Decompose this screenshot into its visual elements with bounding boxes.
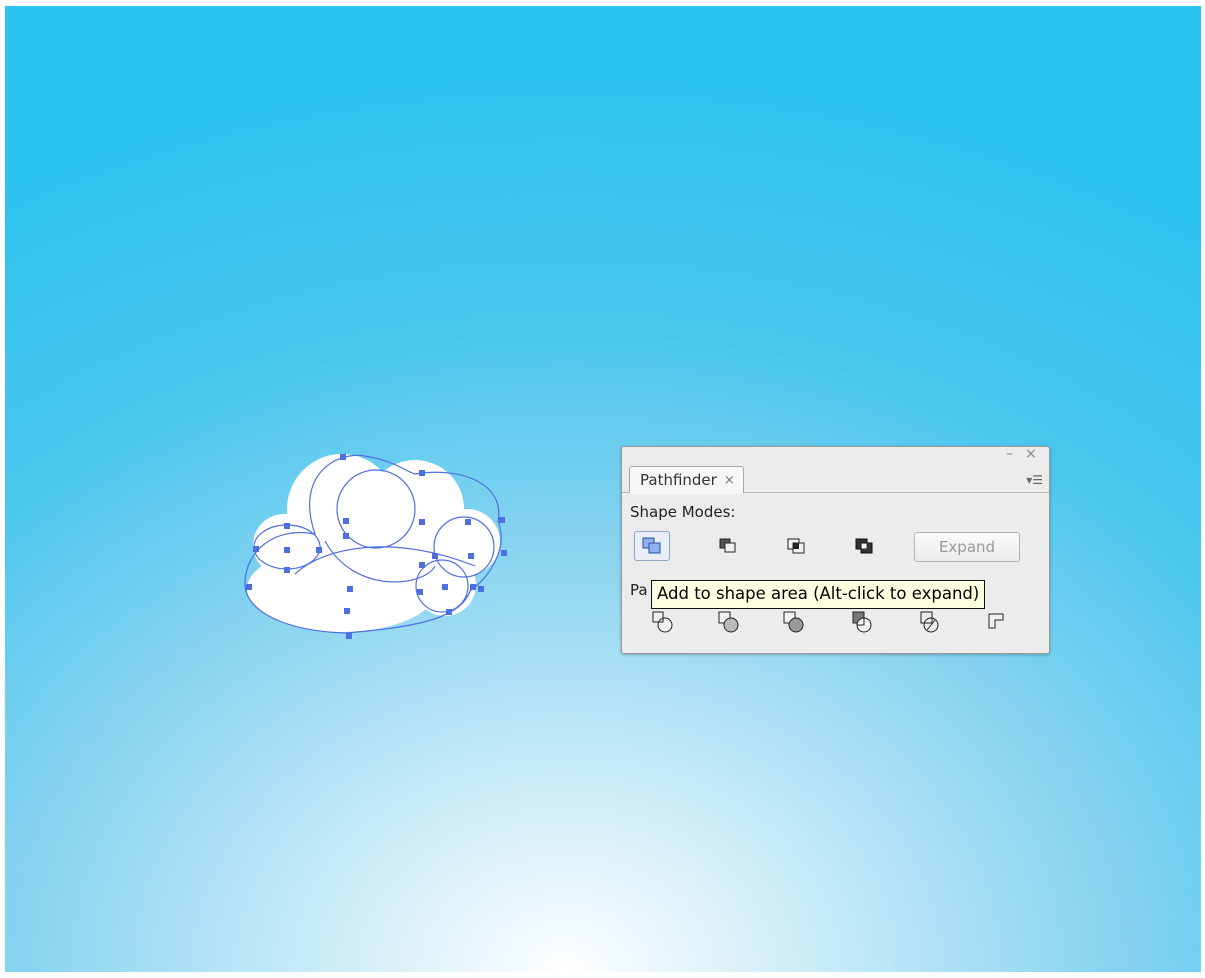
merge-icon: [783, 611, 804, 633]
minus-back-icon: [988, 613, 1004, 629]
exclude-button[interactable]: [846, 531, 882, 561]
tab-label: Pathfinder: [640, 471, 717, 489]
cloud-fill: [247, 454, 500, 632]
panel-minimize-button[interactable]: –: [1006, 447, 1013, 461]
panel-menu-icon[interactable]: ▾☰: [1026, 473, 1043, 487]
minus-front-button[interactable]: [710, 531, 746, 561]
outline-icon: [920, 611, 939, 633]
unite-button[interactable]: [634, 531, 670, 561]
tooltip: Add to shape area (Alt-click to expand): [651, 580, 986, 609]
panel-close-button[interactable]: ×: [1025, 447, 1037, 461]
tab-pathfinder[interactable]: Pathfinder ×: [629, 466, 744, 494]
pathfinders-label: Pa: [630, 581, 648, 599]
tab-close-icon[interactable]: ×: [724, 473, 735, 488]
expand-button[interactable]: Expand: [914, 532, 1020, 562]
shape-modes-label: Shape Modes:: [630, 503, 736, 521]
divide-button[interactable]: [648, 607, 678, 637]
minus-front-icon: [719, 538, 736, 553]
trim-icon: [718, 611, 739, 633]
minus-back-button[interactable]: [982, 607, 1012, 637]
outline-button[interactable]: [916, 607, 946, 637]
divide-icon: [652, 611, 673, 633]
exclude-icon: [855, 538, 873, 554]
trim-button[interactable]: [714, 607, 744, 637]
crop-icon: [852, 611, 872, 633]
intersect-icon: [787, 538, 805, 554]
crop-button[interactable]: [848, 607, 878, 637]
panel-tab-strip: Pathfinder × ▾☰: [622, 466, 1049, 494]
merge-button[interactable]: [779, 607, 809, 637]
pathfinder-panel[interactable]: – × Pathfinder × ▾☰ Shape Modes: Expand …: [621, 446, 1050, 654]
unite-icon: [642, 537, 661, 554]
tab-underline-cover: [630, 492, 743, 494]
intersect-button[interactable]: [778, 531, 814, 561]
